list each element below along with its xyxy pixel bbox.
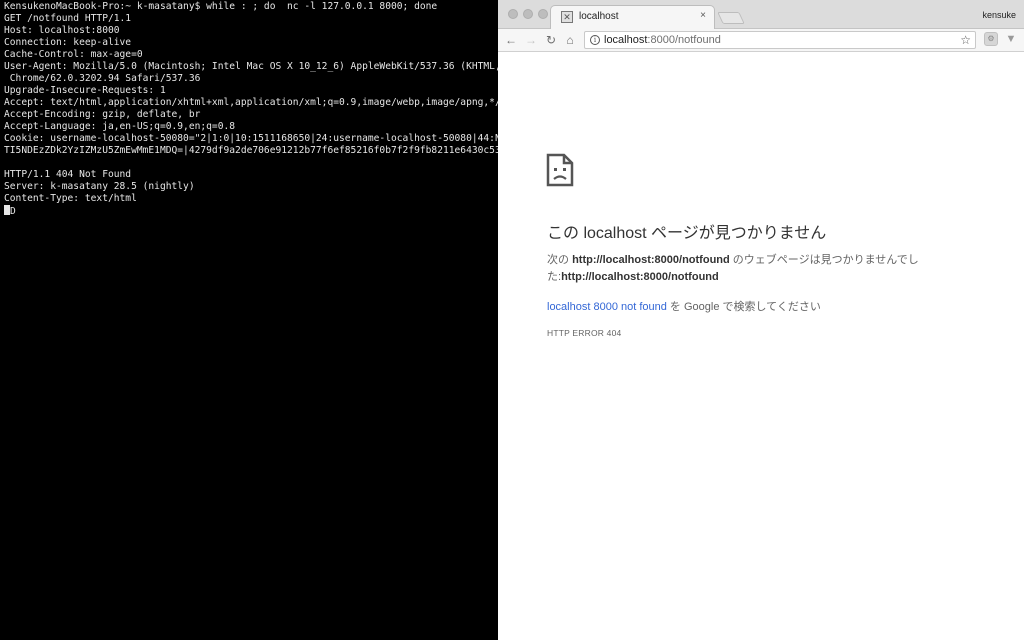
url-path: :8000/notfound bbox=[647, 34, 721, 46]
tab-localhost[interactable]: ✕ localhost × bbox=[550, 5, 715, 30]
home-icon[interactable]: ⌂ bbox=[562, 32, 578, 48]
terminal-line: TI5NDEzZDk2YzIZMzU5ZmEwMmE1MDQ=|4279df9a… bbox=[4, 145, 498, 156]
filter-extension-icon[interactable]: ▼ bbox=[1004, 32, 1018, 46]
broken-page-icon: ✕ bbox=[561, 11, 573, 23]
terminal-line: KensukenoMacBook-Pro:~ k-masatany$ while… bbox=[4, 1, 438, 12]
search-suggestion-text: を Google で検索してください bbox=[666, 301, 821, 313]
error-desc-prefix: 次の bbox=[547, 254, 573, 266]
terminal-line: HTTP/1.1 404 Not Found bbox=[4, 169, 132, 180]
url-host: localhost bbox=[604, 34, 648, 46]
terminal-line: GET /notfound HTTP/1.1 bbox=[4, 13, 132, 24]
error-code: HTTP ERROR 404 bbox=[547, 328, 622, 338]
browser-toolbar: ← → ↻ ⌂ i localhost:8000/notfound ☆ ⚙ ▼ bbox=[498, 29, 1024, 52]
terminal-window[interactable]: KensukenoMacBook-Pro:~ k-masatany$ while… bbox=[0, 0, 498, 640]
reload-icon[interactable]: ↻ bbox=[543, 32, 559, 48]
info-icon[interactable]: i bbox=[590, 35, 600, 45]
terminal-line: Connection: keep-alive bbox=[4, 37, 132, 48]
minimize-window-button[interactable] bbox=[523, 9, 533, 19]
forward-icon[interactable]: → bbox=[523, 32, 539, 48]
search-suggestion-link[interactable]: localhost 8000 not found bbox=[547, 301, 667, 313]
terminal-line: Server: k-masatany 28.5 (nightly) bbox=[4, 181, 195, 192]
error-suggestion: localhost 8000 not found を Google で検索してく… bbox=[547, 298, 821, 314]
tab-bar: ✕ localhost × kensuke bbox=[498, 0, 1024, 30]
profile-name[interactable]: kensuke bbox=[982, 10, 1016, 20]
tab-close-icon[interactable]: × bbox=[700, 10, 706, 21]
cursor-trail: D bbox=[10, 206, 16, 217]
error-desc-url2: http://localhost:8000/notfound bbox=[561, 271, 719, 283]
zoom-window-button[interactable] bbox=[538, 9, 548, 19]
terminal-line: Cookie: username-localhost-50080="2|1:0|… bbox=[4, 133, 498, 144]
terminal-prompt-line[interactable]: D bbox=[4, 205, 494, 217]
error-desc-url: http://localhost:8000/notfound bbox=[572, 254, 730, 266]
terminal-line: User-Agent: Mozilla/5.0 (Macintosh; Inte… bbox=[4, 61, 498, 72]
address-bar[interactable]: i localhost:8000/notfound ☆ bbox=[584, 31, 976, 49]
sad-page-icon bbox=[546, 153, 574, 187]
terminal-line: Cache-Control: max-age=0 bbox=[4, 49, 143, 60]
error-description: 次の http://localhost:8000/notfound のウェブペー… bbox=[547, 252, 947, 286]
error-page: この localhost ページが見つかりません 次の http://local… bbox=[498, 53, 1024, 640]
terminal-line: Chrome/62.0.3202.94 Safari/537.36 bbox=[4, 73, 201, 84]
terminal-line: Host: localhost:8000 bbox=[4, 25, 120, 36]
back-icon[interactable]: ← bbox=[503, 32, 519, 48]
new-tab-button[interactable] bbox=[717, 12, 745, 24]
star-icon[interactable]: ☆ bbox=[960, 33, 971, 47]
terminal-line: Upgrade-Insecure-Requests: 1 bbox=[4, 85, 166, 96]
browser-window: ✕ localhost × kensuke ← → ↻ ⌂ i localhos… bbox=[498, 0, 1024, 640]
terminal-line: Content-Type: text/html bbox=[4, 193, 137, 204]
terminal-line: Accept-Encoding: gzip, deflate, br bbox=[4, 109, 201, 120]
tab-title: localhost bbox=[579, 11, 619, 22]
terminal-line: Accept: text/html,application/xhtml+xml,… bbox=[4, 97, 498, 108]
terminal-line: Accept-Language: ja,en-US;q=0.9,en;q=0.8 bbox=[4, 121, 236, 132]
error-title: この localhost ページが見つかりません bbox=[547, 225, 827, 242]
extension-icon[interactable]: ⚙ bbox=[984, 32, 998, 46]
close-window-button[interactable] bbox=[508, 9, 518, 19]
terminal-output: KensukenoMacBook-Pro:~ k-masatany$ while… bbox=[4, 1, 498, 205]
url-text: localhost:8000/notfound bbox=[604, 34, 721, 46]
